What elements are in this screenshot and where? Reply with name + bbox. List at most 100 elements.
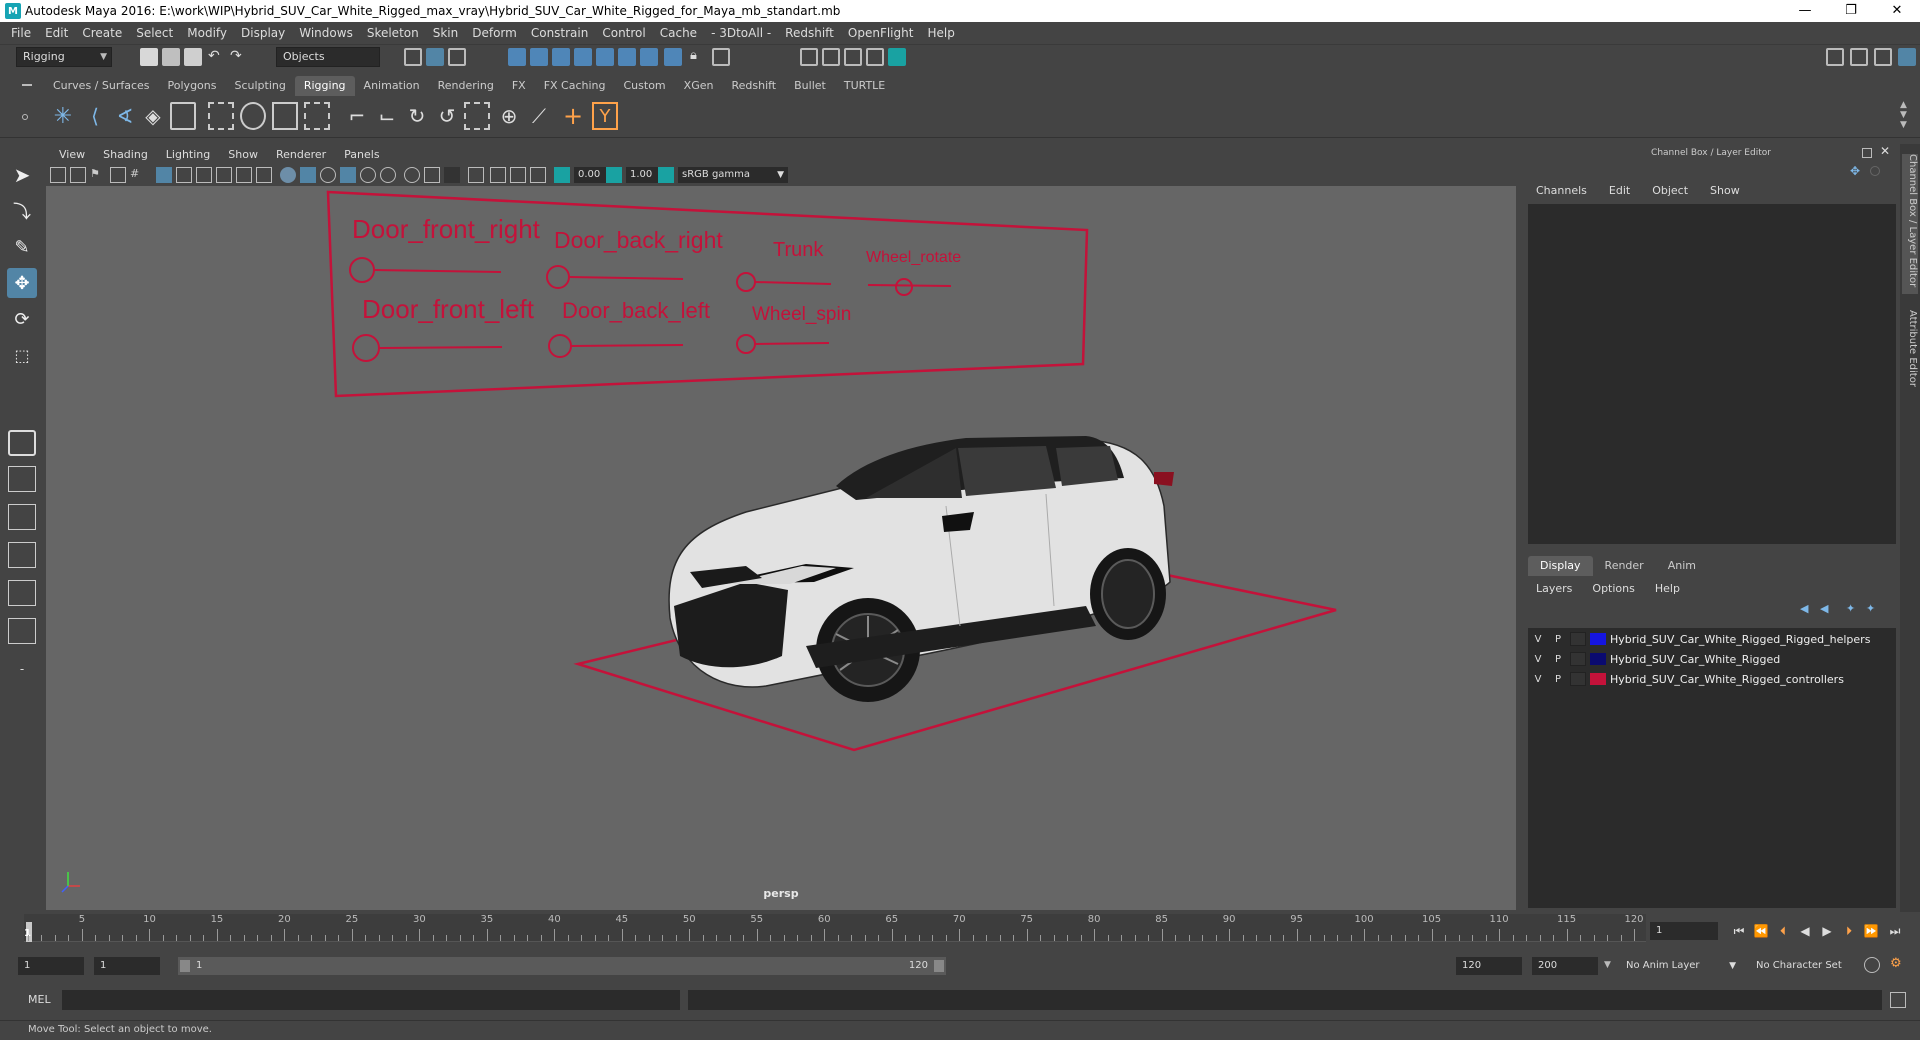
move-layer-up-icon[interactable]: ◀ xyxy=(1800,602,1808,615)
xray-joints-icon[interactable] xyxy=(320,167,336,183)
channelbox-speed-icon[interactable] xyxy=(1870,166,1880,176)
layer-display-type-toggle[interactable] xyxy=(1570,672,1586,686)
minimize-button[interactable]: — xyxy=(1782,0,1828,22)
cluster-icon[interactable]: ⌐ xyxy=(344,102,370,130)
locator-icon[interactable]: + xyxy=(560,102,586,130)
layer-playback-toggle[interactable]: P xyxy=(1548,674,1568,685)
viewport-menu-shading[interactable]: Shading xyxy=(94,148,157,161)
smooth-shade-icon[interactable] xyxy=(176,167,192,183)
ik-spline-icon[interactable]: ∢ xyxy=(112,102,138,130)
selection-mode-dropdown[interactable]: Objects xyxy=(276,47,380,67)
shelf-tab-fx-caching[interactable]: FX Caching xyxy=(535,76,615,96)
playback-end-field[interactable]: 120 xyxy=(1456,957,1522,975)
shelf-tab-animation[interactable]: Animation xyxy=(355,76,429,96)
isolate-select-icon[interactable] xyxy=(280,167,296,183)
depth-of-field-icon[interactable] xyxy=(404,167,420,183)
film-gate-icon[interactable] xyxy=(530,167,546,183)
shelf-tab-turtle[interactable]: TURTLE xyxy=(835,76,894,96)
ambient-occlusion-icon[interactable] xyxy=(340,167,356,183)
step-back-key-icon[interactable]: ⏪ xyxy=(1752,922,1770,940)
go-to-end-icon[interactable]: ⏭ xyxy=(1886,922,1904,940)
safe-action-icon[interactable] xyxy=(490,167,506,183)
new-layer-icon[interactable]: ✦ xyxy=(1846,602,1855,615)
move-layer-down-icon[interactable]: ◀ xyxy=(1820,602,1828,615)
shelf-options-icon[interactable] xyxy=(22,114,28,120)
layer-playback-toggle[interactable]: P xyxy=(1548,634,1568,645)
layout-menu-icon[interactable]: - xyxy=(8,656,36,682)
select-component-icon[interactable] xyxy=(448,48,466,66)
shelf-tab-bullet[interactable]: Bullet xyxy=(785,76,835,96)
field-chart-icon[interactable] xyxy=(468,167,484,183)
range-bar[interactable]: 1 120 xyxy=(178,957,946,975)
gamma-icon[interactable] xyxy=(606,167,622,183)
snap-vertex-icon[interactable] xyxy=(618,48,636,66)
play-forwards-icon[interactable]: ▶ xyxy=(1818,922,1836,940)
command-input[interactable] xyxy=(62,990,680,1010)
snap-surface-icon[interactable] xyxy=(596,48,614,66)
tool-settings-toggle-icon[interactable] xyxy=(1874,48,1892,66)
viewport-menu-panels[interactable]: Panels xyxy=(335,148,388,161)
motion-blur-icon[interactable] xyxy=(360,167,376,183)
menu-file[interactable]: File xyxy=(4,26,38,40)
safe-title-icon[interactable] xyxy=(510,167,526,183)
single-view-layout-icon[interactable] xyxy=(8,430,36,456)
select-hierarchy-icon[interactable] xyxy=(404,48,422,66)
menu-control[interactable]: Control xyxy=(595,26,652,40)
channelbox-menu-edit[interactable]: Edit xyxy=(1595,184,1638,197)
mirror-joint-icon[interactable]: ◈ xyxy=(140,102,166,130)
float-panel-icon[interactable] xyxy=(1862,148,1872,158)
menu-skin[interactable]: Skin xyxy=(426,26,466,40)
play-backwards-icon[interactable]: ◀ xyxy=(1796,922,1814,940)
step-back-frame-icon[interactable]: ⏴ xyxy=(1774,922,1792,940)
save-scene-icon[interactable] xyxy=(184,48,202,66)
layer-display-type-toggle[interactable] xyxy=(1570,632,1586,646)
range-start-handle[interactable] xyxy=(180,960,190,972)
lock-icon[interactable]: 🔒︎ xyxy=(690,48,708,66)
channelbox-menu-object[interactable]: Object xyxy=(1638,184,1696,197)
rail-tab-attribute-editor[interactable]: Attribute Editor xyxy=(1902,310,1918,410)
move-tool-icon[interactable]: ✥ xyxy=(7,268,37,298)
channelbox-menu-show[interactable]: Show xyxy=(1696,184,1748,197)
auto-key-icon[interactable] xyxy=(1864,957,1880,973)
ik-handle-icon[interactable]: ⟨ xyxy=(82,102,108,130)
lights-icon[interactable] xyxy=(236,167,252,183)
viewport-menu-view[interactable]: View xyxy=(50,148,94,161)
image-plane-icon[interactable] xyxy=(110,167,126,183)
custom-layout-icon[interactable] xyxy=(8,618,36,644)
shelf-tab-rendering[interactable]: Rendering xyxy=(429,76,503,96)
step-forward-key-icon[interactable]: ⏩ xyxy=(1862,922,1880,940)
ipr-render-icon[interactable] xyxy=(844,48,862,66)
step-forward-frame-icon[interactable]: ⏵ xyxy=(1840,922,1858,940)
symmetry-icon[interactable] xyxy=(664,48,682,66)
script-language-label[interactable]: MEL xyxy=(28,993,51,1006)
select-tool-icon[interactable]: ➤ xyxy=(7,160,37,190)
menu-create[interactable]: Create xyxy=(75,26,129,40)
layer-color-swatch[interactable] xyxy=(1590,673,1606,685)
layer-color-swatch[interactable] xyxy=(1590,633,1606,645)
animation-preferences-icon[interactable]: ⚙ xyxy=(1890,956,1902,971)
menu-display[interactable]: Display xyxy=(234,26,292,40)
wrap-deformer-icon[interactable]: ↺ xyxy=(434,102,460,130)
shelf-tab-redshift[interactable]: Redshift xyxy=(722,76,785,96)
shelf-menu-icon[interactable] xyxy=(22,84,32,86)
hypershade-persp-layout-icon[interactable] xyxy=(8,580,36,606)
render-settings-icon[interactable] xyxy=(866,48,884,66)
layer-display-type-toggle[interactable] xyxy=(1570,652,1586,666)
suv-car-model[interactable] xyxy=(668,436,1174,702)
undo-icon[interactable]: ↶ xyxy=(208,48,226,66)
snap-together-icon[interactable] xyxy=(640,48,658,66)
viewport-menu-lighting[interactable]: Lighting xyxy=(157,148,219,161)
shelf-tab-curves-surfaces[interactable]: Curves / Surfaces xyxy=(44,76,159,96)
layer-row[interactable]: V P Hybrid_SUV_Car_White_Rigged xyxy=(1528,650,1896,668)
layer-tab-anim[interactable]: Anim xyxy=(1656,556,1708,576)
time-slider-track[interactable]: 1 5 10 15 20 25 30 35 40 45 50 55 60 65 70 75 80 85 90 95 1… xyxy=(24,914,1646,942)
channel-box-toggle-icon[interactable] xyxy=(1898,48,1916,66)
paint-weights-icon[interactable] xyxy=(272,102,298,130)
current-frame-field[interactable]: 1 xyxy=(1650,922,1718,940)
quick-rig-icon[interactable] xyxy=(170,102,196,130)
channelbox-content[interactable] xyxy=(1528,204,1896,544)
layer-row[interactable]: V P Hybrid_SUV_Car_White_Rigged_Rigged_hel… xyxy=(1528,630,1896,648)
blend-shape-icon[interactable]: ⌙ xyxy=(374,102,400,130)
menu-cache[interactable]: Cache xyxy=(653,26,704,40)
animation-start-field[interactable]: 1 xyxy=(18,957,84,975)
